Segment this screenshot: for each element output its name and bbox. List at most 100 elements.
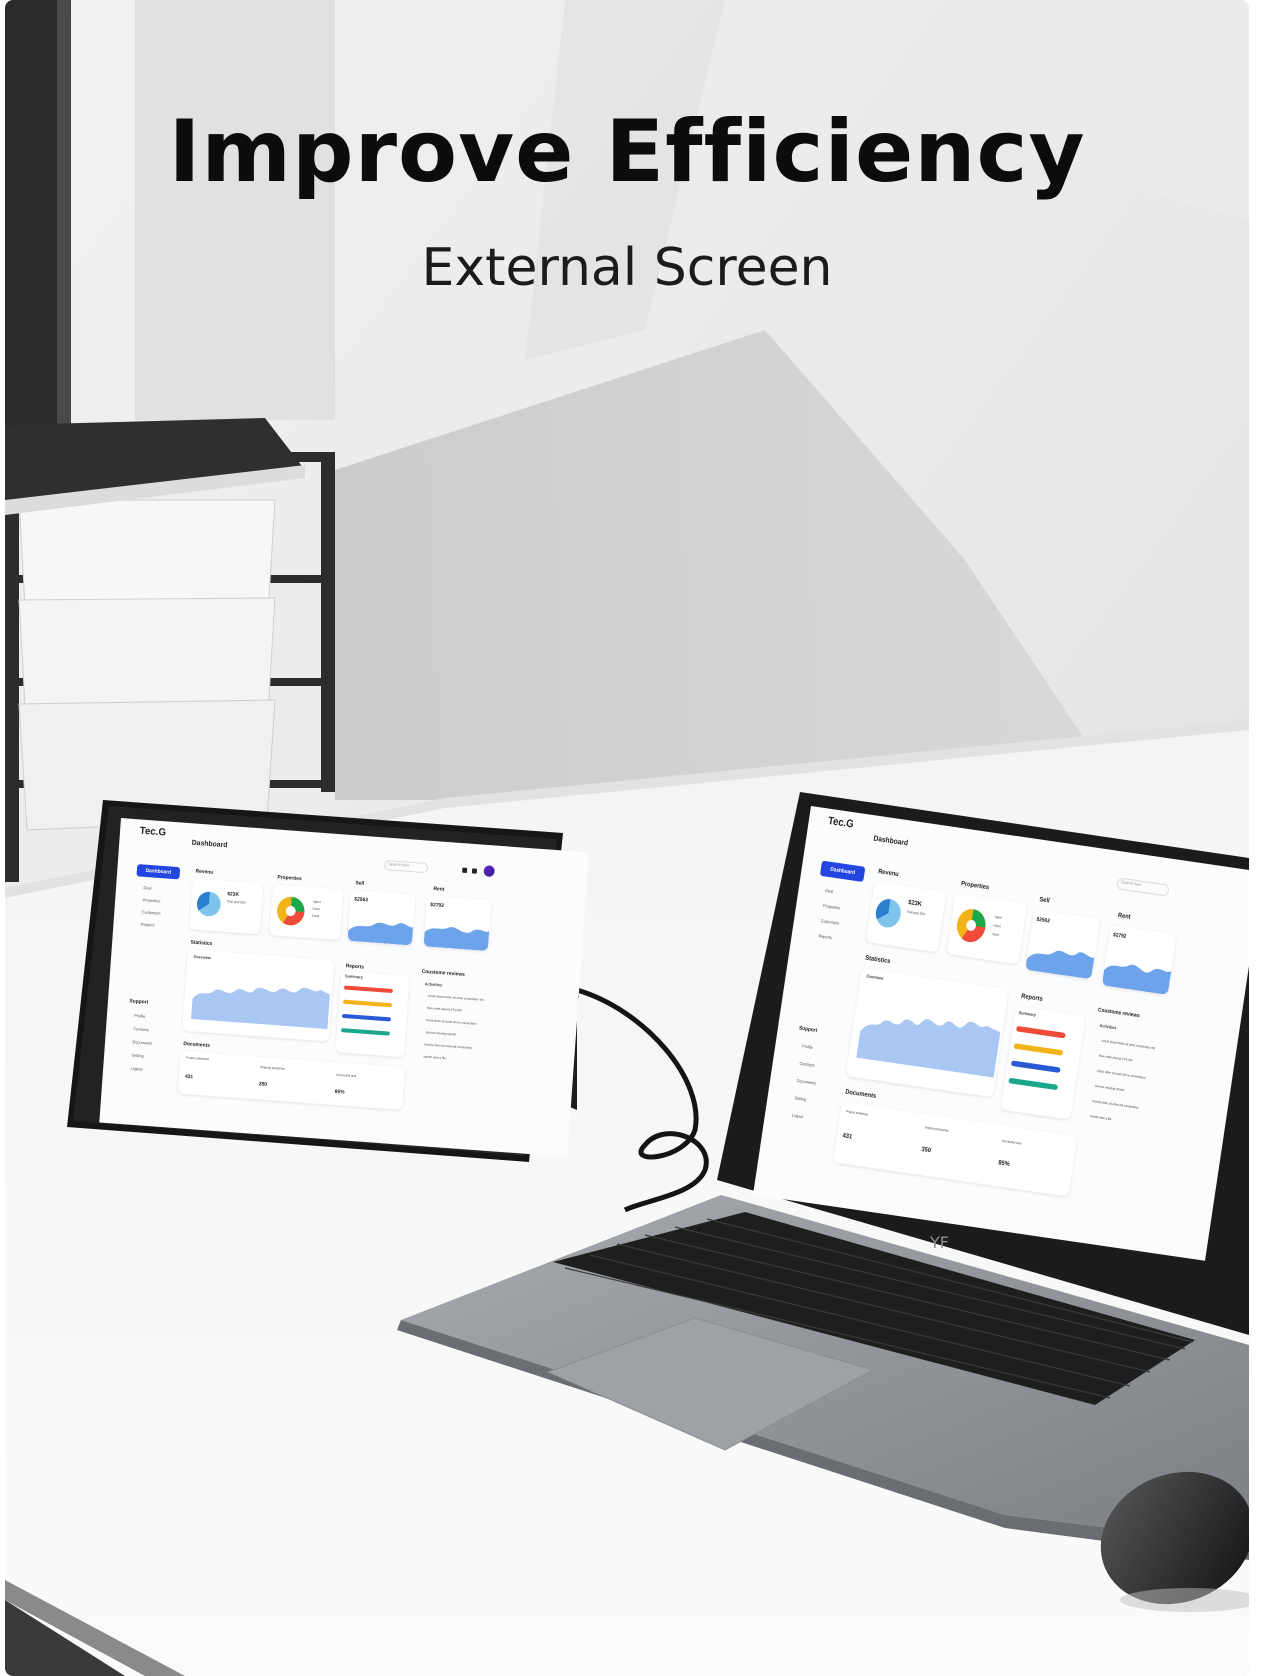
revenue-card: $23K Total goal 95% — [865, 881, 947, 953]
search-input[interactable]: Search here — [383, 859, 429, 874]
nav-customers[interactable]: Customers — [820, 918, 839, 926]
activities-label: Activities — [424, 981, 443, 988]
review-item: Lorem ipsum dolor sit amet consectetur e… — [427, 993, 484, 1002]
mail-icon[interactable] — [471, 868, 478, 874]
revenue-title: Revenu — [877, 868, 900, 879]
revenue-card: $23K Total goal 95% — [189, 878, 264, 935]
nav-setting[interactable]: Setting — [131, 1052, 144, 1058]
review-item: #Lewis dolor sit amet elit consectetur — [1091, 1098, 1139, 1110]
rent-value: $2792 — [430, 901, 445, 910]
review-item: New order placed #T4-234 — [1098, 1053, 1133, 1063]
doc-label-published: Project published — [845, 1109, 869, 1117]
doc-label-ongoing: Ongoing properties — [924, 1125, 950, 1133]
summary-label: Summary — [344, 973, 363, 980]
dashboard-logo: Tec.G — [827, 815, 855, 831]
statistics-card: Overview — [845, 967, 1009, 1098]
reports-card: Summary — [1000, 1005, 1086, 1120]
nav-dashboard[interactable]: Dashboard — [136, 864, 181, 880]
sell-value: $2563 — [1036, 916, 1051, 925]
sell-sparkline — [1025, 950, 1095, 980]
nav-profile[interactable]: Profile — [134, 1013, 145, 1019]
review-item: New order placed #T4-234 — [426, 1005, 462, 1013]
dashboard-header-title: Dashboard — [872, 835, 909, 848]
nav-contacts[interactable]: Contacts — [799, 1060, 815, 1068]
nav-customers[interactable]: Customers — [142, 909, 161, 915]
dashboard-header-title: Dashboard — [191, 839, 228, 850]
nav-support[interactable]: Support — [129, 998, 148, 1005]
rent-title: Rent — [1117, 912, 1131, 921]
doc-value-success: 85% — [997, 1160, 1011, 1169]
search-input[interactable]: Search here — [1116, 877, 1170, 897]
rent-card: $2792 — [423, 895, 492, 952]
review-item: Lorem ipsum dolor sit amet consectetur e… — [1100, 1038, 1156, 1051]
nav-dashboard[interactable]: Dashboard — [819, 860, 866, 883]
doc-value-ongoing: 350 — [920, 1146, 932, 1155]
rent-title: Rent — [433, 885, 445, 893]
review-item: #Jack dolor sit amet elit no consectetur — [425, 1017, 477, 1026]
nav-contacts[interactable]: Contacts — [133, 1026, 149, 1032]
revenue-title: Revenu — [195, 868, 214, 876]
nav-support[interactable]: Support — [799, 1025, 818, 1034]
documents-card: Project published 431 Ongoing properties… — [832, 1101, 1078, 1197]
nav-documents[interactable]: Documents — [132, 1039, 152, 1046]
report-bar-management — [1013, 1043, 1064, 1056]
legend-agent: Agent — [994, 914, 1003, 920]
overview-area-chart — [856, 1019, 1001, 1078]
doc-value-published: 431 — [842, 1132, 853, 1141]
report-bar-management — [342, 999, 393, 1008]
revenue-note: Total goal 95% — [226, 899, 247, 905]
nav-documents[interactable]: Documents — [797, 1078, 817, 1086]
legend-agent: Agent — [312, 899, 321, 905]
nav-logout[interactable]: Logout — [791, 1112, 803, 1119]
nav-logout[interactable]: Logout — [130, 1066, 142, 1072]
rent-card: $2792 — [1101, 924, 1177, 995]
avatar[interactable] — [483, 865, 495, 878]
review-item: #smith view a file — [1089, 1113, 1112, 1122]
properties-donut-icon — [956, 909, 986, 942]
tablet-dashboard-screen: Tec.G Dashboard Search here Dashboard De… — [99, 818, 589, 1157]
report-bar-others — [1008, 1077, 1059, 1091]
documents-title: Documents — [844, 1089, 877, 1101]
nav-profile[interactable]: Profile — [802, 1043, 813, 1050]
revenue-note: Total goal 95% — [906, 909, 926, 917]
nav-reports[interactable]: Reports — [141, 922, 155, 928]
report-bar-tutorial — [341, 1013, 391, 1022]
legend-stock: Stock — [311, 913, 320, 919]
doc-value-published: 431 — [184, 1073, 194, 1081]
rent-value: $2792 — [1112, 931, 1127, 941]
reports-card: Summary — [335, 970, 410, 1058]
sell-sparkline — [347, 922, 414, 946]
notification-icon[interactable] — [462, 867, 468, 874]
nav-setting[interactable]: Setting — [794, 1095, 807, 1102]
revenue-pie-icon — [875, 899, 901, 928]
properties-title: Properties — [277, 874, 302, 883]
revenue-value: $23K — [227, 891, 240, 899]
nav-properties[interactable]: Properties — [142, 897, 160, 903]
nav-deal[interactable]: Deal — [825, 888, 834, 895]
doc-label-success: Successful task — [1001, 1138, 1022, 1146]
legend-client: Client — [993, 923, 1001, 929]
statistics-card: Overview — [182, 949, 335, 1042]
nav-deal[interactable]: Deal — [143, 885, 151, 891]
reviews-title: Coustome reviews — [421, 968, 465, 978]
activities-label: Activities — [1099, 1022, 1117, 1031]
rent-sparkline — [423, 927, 490, 952]
svg-text:YF: YF — [929, 1233, 949, 1252]
revenue-pie-icon — [197, 891, 221, 917]
report-bar-consulting — [343, 985, 394, 994]
statistics-title: Statistics — [190, 939, 213, 948]
review-item: Join the meeting #smith — [425, 1030, 457, 1037]
doc-label-success: Successful task — [335, 1072, 357, 1079]
overview-area-chart — [190, 987, 330, 1030]
reviews-title: Coustome reviews — [1097, 1006, 1141, 1020]
revenue-value: $23K — [907, 899, 923, 909]
documents-title: Documents — [183, 1040, 211, 1049]
product-banner: YF Improve Efficiency External Screen Te… — [5, 0, 1249, 1676]
review-item: Join the meeting #smith — [1094, 1083, 1125, 1093]
properties-card: Agent Client Stock — [946, 893, 1028, 965]
nav-reports[interactable]: Reports — [818, 933, 832, 940]
statistics-title: Statistics — [864, 955, 891, 966]
nav-properties[interactable]: Properties — [823, 903, 841, 911]
properties-title: Properties — [960, 880, 990, 892]
summary-label: Summary — [1018, 1009, 1037, 1018]
